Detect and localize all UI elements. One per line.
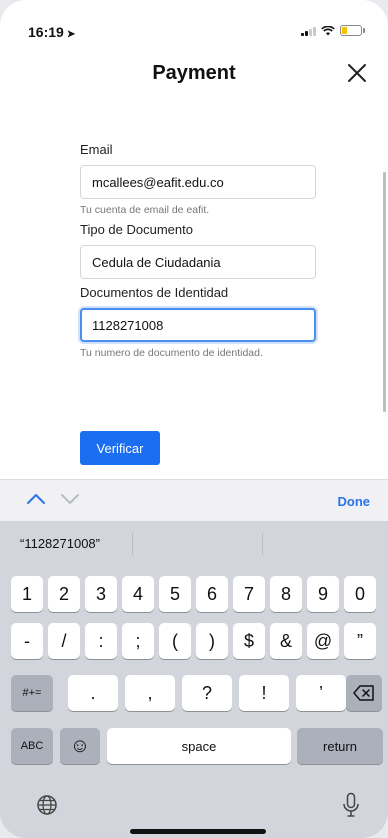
return-key[interactable]: return: [297, 728, 383, 764]
location-arrow-icon: ➤: [66, 29, 76, 40]
done-button[interactable]: Done: [338, 494, 371, 509]
phone-screen: 16:19 ➤ Payment Email mcallees@eafit.edu.…: [0, 0, 388, 838]
verify-button[interactable]: Verificar: [80, 431, 160, 465]
home-indicator[interactable]: [130, 829, 266, 834]
suggestion-bar: “1128271008”: [0, 521, 388, 565]
suggestion-divider: [132, 533, 133, 555]
key-9[interactable]: 9: [307, 576, 339, 612]
doc-type-field[interactable]: Cedula de Ciudadania: [80, 245, 316, 279]
key-8[interactable]: 8: [270, 576, 302, 612]
key-6[interactable]: 6: [196, 576, 228, 612]
key-slash[interactable]: /: [48, 623, 80, 659]
key-semicolon[interactable]: ;: [122, 623, 154, 659]
key-3[interactable]: 3: [85, 576, 117, 612]
status-time-text: 16:19: [28, 24, 64, 40]
key-2[interactable]: 2: [48, 576, 80, 612]
space-key[interactable]: space: [107, 728, 291, 764]
payment-form: Email mcallees@eafit.edu.co Tu cuenta de…: [80, 142, 320, 359]
key-comma[interactable]: ,: [125, 675, 175, 711]
key-5[interactable]: 5: [159, 576, 191, 612]
doc-id-helper-text: Tu numero de documento de identidad.: [80, 347, 263, 359]
wifi-icon: [321, 25, 335, 35]
keyboard-accessory-bar: Done: [0, 479, 388, 522]
key-at[interactable]: @: [307, 623, 339, 659]
key-1[interactable]: 1: [11, 576, 43, 612]
page-title: Payment: [152, 62, 236, 84]
status-time: 16:19 ➤: [28, 24, 75, 40]
key-ampersand[interactable]: &: [270, 623, 302, 659]
key-hyphen[interactable]: -: [11, 623, 43, 659]
suggestion-divider: [262, 533, 263, 555]
key-0[interactable]: 0: [344, 576, 376, 612]
key-4[interactable]: 4: [122, 576, 154, 612]
key-exclamation[interactable]: !: [239, 675, 289, 711]
doc-id-field[interactable]: 1128271008: [80, 308, 316, 342]
key-dollar[interactable]: $: [233, 623, 265, 659]
signal-icon: [301, 26, 316, 36]
email-helper-text: Tu cuenta de email de eafit.: [80, 204, 210, 216]
suggestion-item[interactable]: “1128271008”: [20, 536, 100, 551]
key-close-paren[interactable]: ): [196, 623, 228, 659]
microphone-icon[interactable]: [342, 792, 360, 818]
emoji-key[interactable]: ☺: [60, 728, 100, 764]
doc-type-label: Tipo de Documento: [80, 222, 193, 237]
doc-id-label: Documentos de Identidad: [80, 285, 229, 300]
chevron-down-icon[interactable]: [60, 492, 80, 506]
key-period[interactable]: .: [68, 675, 118, 711]
backspace-key[interactable]: [346, 675, 382, 711]
emoji-icon: ☺: [69, 734, 91, 757]
email-label: Email: [80, 142, 113, 157]
key-colon[interactable]: :: [85, 623, 117, 659]
symbols-toggle-key[interactable]: #+=: [11, 675, 53, 711]
scrollbar[interactable]: [383, 172, 386, 412]
backspace-icon: [353, 685, 374, 701]
abc-key[interactable]: ABC: [11, 728, 53, 764]
globe-icon[interactable]: [36, 794, 58, 816]
key-question[interactable]: ?: [182, 675, 232, 711]
key-open-paren[interactable]: (: [159, 623, 191, 659]
battery-icon: [340, 25, 365, 36]
close-icon[interactable]: [344, 60, 370, 86]
key-apostrophe[interactable]: ’: [296, 675, 346, 711]
key-quote[interactable]: ”: [344, 623, 376, 659]
email-field[interactable]: mcallees@eafit.edu.co: [80, 165, 316, 199]
status-icons: [301, 25, 365, 36]
chevron-up-icon[interactable]: [26, 492, 46, 506]
key-7[interactable]: 7: [233, 576, 265, 612]
numeric-keyboard: “1128271008” 1 2 3 4 5 6 7 8 9 0 - / : ;…: [0, 521, 388, 838]
